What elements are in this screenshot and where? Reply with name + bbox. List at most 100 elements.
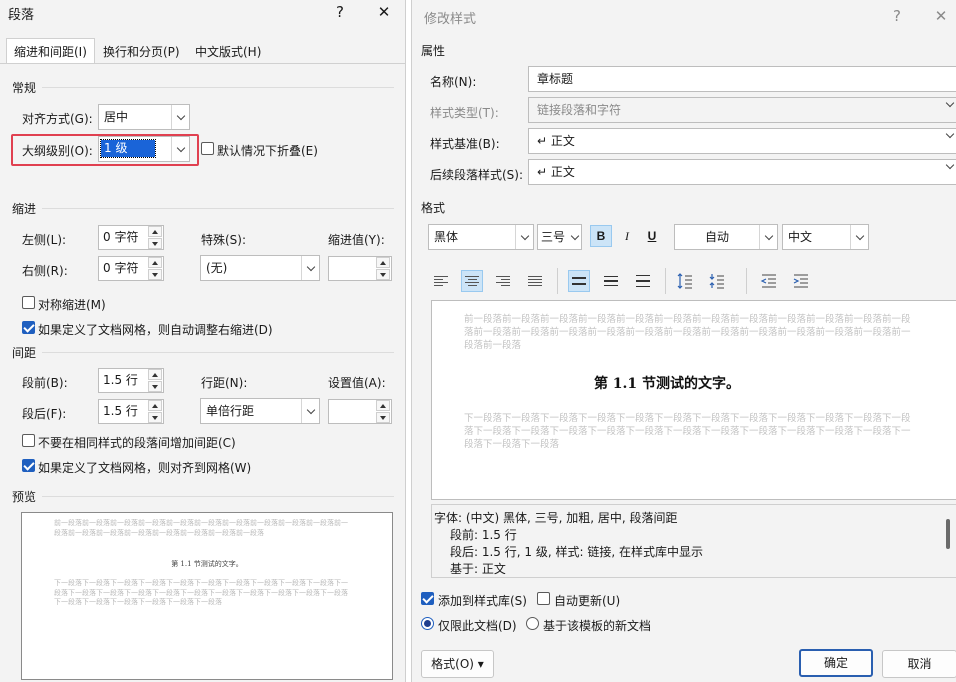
chevron-down-icon [301,256,319,280]
properties-group-title: 属性 [421,44,446,58]
underline-button[interactable]: U [641,225,663,247]
spacing-at-label: 设置值(A): [328,376,386,390]
only-this-document-radio[interactable] [421,617,434,630]
align-left-icon[interactable] [430,270,452,292]
increase-indent-icon[interactable] [790,270,812,292]
preview-group-title: 预览 [12,490,37,504]
spin-up-icon[interactable] [376,400,390,411]
description-line: 段后: 1.5 行, 1 级, 样式: 链接, 在样式库中显示 [450,545,703,559]
style-type-select[interactable]: 链接段落和字符 [528,97,956,123]
spin-down-icon[interactable] [376,412,390,423]
decrease-space-before-icon[interactable] [706,270,728,292]
auto-update-checkbox[interactable] [537,592,550,605]
chevron-down-icon [945,98,955,108]
based-on-select[interactable]: ↵ 正文 [528,128,956,154]
snap-grid-checkbox[interactable] [22,459,35,472]
line-spacing-select[interactable]: 单倍行距 [200,398,320,424]
based-on-label: 样式基准(B): [430,137,500,151]
spin-down-icon[interactable] [376,269,390,280]
toolbar-separator [746,268,747,294]
script-select[interactable]: 中文 [782,224,869,250]
description-scrollbar[interactable] [946,519,950,549]
no-space-same-style-checkbox[interactable] [22,434,35,447]
help-button[interactable]: ? [326,0,354,24]
left-indent-spinner[interactable]: 0 字符 [98,225,164,250]
spin-down-icon[interactable] [148,238,162,249]
spin-up-icon[interactable] [148,257,162,268]
paragraph-dialog-title: 段落 [8,8,35,23]
chevron-down-icon [759,225,777,249]
spin-up-icon[interactable] [376,257,390,268]
cancel-button[interactable]: 取消 [882,650,956,678]
special-indent-select[interactable]: (无) [200,255,320,281]
snap-grid-label: 如果定义了文档网格，则对齐到网格(W) [38,461,252,475]
style-description: 字体: (中文) 黑体, 三号, 加粗, 居中, 段落间距 段前: 1.5 行 … [431,504,956,578]
font-color-select[interactable]: 自动 [674,224,778,250]
line-spacing-label: 行距(N): [201,376,248,390]
next-style-select[interactable]: ↵ 正文 [528,159,956,185]
add-to-gallery-label: 添加到样式库(S) [438,594,527,608]
align-center-icon[interactable] [461,270,483,292]
new-documents-label: 基于该模板的新文档 [543,619,652,633]
right-indent-label: 右侧(R): [22,264,68,278]
auto-adjust-indent-checkbox[interactable] [22,321,35,334]
spin-up-icon[interactable] [148,226,162,237]
one-half-spacing-icon[interactable] [600,270,622,292]
general-divider [42,87,394,88]
tab-indent-spacing[interactable]: 缩进和间距(I) [6,38,95,64]
preview-heading: 第 1.1 节测试的文字。 [171,560,243,568]
right-indent-spinner[interactable]: 0 字符 [98,256,164,281]
bold-button[interactable]: B [590,225,612,247]
italic-button[interactable]: I [616,225,638,247]
add-to-gallery-checkbox[interactable] [421,592,434,605]
paragraph-preview: 前一段落前一段落前一段落前一段落前一段落前一段落前一段落前一段落前一段落前一段落… [21,512,393,680]
toolbar-separator [557,268,558,294]
collapsed-label: 默认情况下折叠(E) [217,144,318,158]
space-after-label: 段后(F): [22,407,67,421]
font-color-value: 自动 [705,230,730,244]
formatting-group-title: 格式 [421,201,446,215]
help-button[interactable]: ? [883,4,911,28]
decrease-indent-icon[interactable] [758,270,780,292]
ok-button[interactable]: 确定 [799,649,873,677]
font-name-select[interactable]: 黑体 [428,224,534,250]
font-size-select[interactable]: 三号 [537,224,582,250]
collapsed-checkbox[interactable] [201,142,214,155]
double-spacing-icon[interactable] [632,270,654,292]
spin-down-icon[interactable] [148,381,162,392]
chevron-down-icon [301,399,319,423]
space-after-spinner[interactable]: 1.5 行 [98,399,164,424]
close-button[interactable]: ✕ [370,0,398,24]
spacing-at-spinner[interactable] [328,399,392,424]
style-preview: 前一段落前一段落前一段落前一段落前一段落前一段落前一段落前一段落前一段落前一段落… [431,300,956,500]
increase-space-before-icon[interactable] [674,270,696,292]
spin-down-icon[interactable] [148,269,162,280]
mirror-indent-label: 对称缩进(M) [38,298,106,312]
single-spacing-icon[interactable] [568,270,590,292]
outline-level-label: 大纲级别(O): [22,144,93,158]
mirror-indent-checkbox[interactable] [22,296,35,309]
style-name-label: 名称(N): [430,75,477,89]
left-indent-label: 左侧(L): [22,233,67,247]
space-before-spinner[interactable]: 1.5 行 [98,368,164,393]
spin-up-icon[interactable] [148,369,162,380]
tab-asian-typography[interactable]: 中文版式(H) [187,38,269,64]
special-indent-value: (无) [206,261,228,275]
justify-icon[interactable] [524,270,546,292]
alignment-select[interactable]: 居中 [98,104,190,130]
style-name-input[interactable]: 章标题 [528,66,956,92]
line-spacing-value: 单倍行距 [206,404,255,418]
new-documents-radio[interactable] [526,617,539,630]
align-right-icon[interactable] [492,270,514,292]
indent-by-spinner[interactable] [328,256,392,281]
spin-up-icon[interactable] [148,400,162,411]
close-button[interactable]: ✕ [927,4,955,28]
spin-down-icon[interactable] [148,412,162,423]
description-line: 段前: 1.5 行 [450,528,517,542]
outline-level-select[interactable]: 1 级 [98,136,190,162]
style-type-label: 样式类型(T): [430,106,499,120]
auto-update-label: 自动更新(U) [554,594,621,608]
font-size-value: 三号 [541,230,566,244]
tab-line-page-breaks[interactable]: 换行和分页(P) [95,38,188,64]
format-menu-button[interactable]: 格式(O) ▾ [421,650,494,678]
